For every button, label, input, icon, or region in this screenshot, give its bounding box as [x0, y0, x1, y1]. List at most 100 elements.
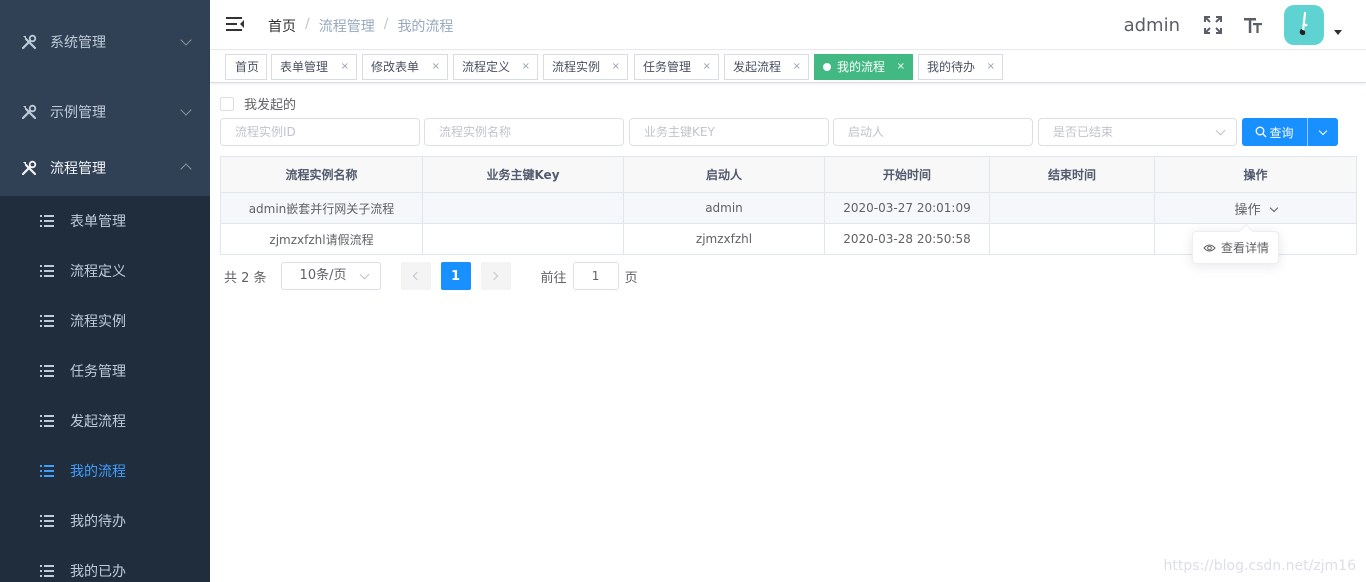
close-icon[interactable]: ×	[897, 55, 905, 79]
search-icon	[1256, 126, 1267, 138]
operation-dropdown-menu: 查看详情	[1192, 223, 1279, 264]
table-row[interactable]: admin嵌套并行网关子流程 admin 2020-03-27 20:01:09…	[220, 192, 1357, 224]
username: admin	[1123, 14, 1180, 36]
main-content: 我发起的 是否已结束 查询 流程实例名称 业务主键Key	[210, 84, 1366, 582]
close-icon[interactable]: ×	[341, 55, 349, 79]
caret-down-icon[interactable]	[1334, 29, 1342, 35]
chevron-down-icon	[1215, 125, 1226, 136]
prev-page-button[interactable]	[400, 262, 431, 290]
cell-business-key	[422, 223, 624, 255]
sidebar-item-start-process[interactable]: 发起流程	[0, 396, 210, 446]
tag-edit-form[interactable]: 修改表单 ×	[362, 54, 448, 80]
avatar[interactable]	[1284, 5, 1324, 45]
sidebar-item-my-todo[interactable]: 我的待办	[0, 496, 210, 546]
query-main-button[interactable]: 查询	[1242, 118, 1308, 146]
tag-label: 任务管理	[643, 60, 692, 74]
sidebar-item-process-instance[interactable]: 流程实例	[0, 296, 210, 346]
cell-end-time	[989, 223, 1155, 255]
tag-process-instance[interactable]: 流程实例 ×	[543, 54, 628, 80]
close-icon[interactable]: ×	[522, 55, 530, 79]
sidebar-item-process-def[interactable]: 流程定义	[0, 246, 210, 296]
goto-page-input[interactable]	[572, 262, 619, 290]
close-icon[interactable]: ×	[432, 55, 440, 79]
operation-dropdown[interactable]: 操作	[1234, 203, 1278, 218]
hamburger-icon[interactable]	[226, 16, 244, 32]
chevron-down-icon	[180, 34, 192, 46]
chevron-down-icon	[180, 104, 192, 116]
chevron-down-icon	[1318, 126, 1328, 135]
sidebar-item-label: 我的已办	[70, 564, 126, 580]
business-key-input[interactable]	[629, 118, 829, 146]
finished-select[interactable]: 是否已结束	[1038, 118, 1237, 146]
tag-label: 修改表单	[371, 60, 420, 74]
breadcrumb-item: 我的流程	[397, 19, 454, 35]
tag-form-manage[interactable]: 表单管理 ×	[271, 54, 357, 80]
close-icon[interactable]: ×	[703, 55, 711, 79]
query-button[interactable]: 查询	[1242, 118, 1338, 146]
navbar: 首页 / 流程管理 / 我的流程 admin	[210, 0, 1366, 50]
navbar-right: admin	[1124, 0, 1366, 50]
instance-name-input[interactable]	[424, 118, 624, 146]
cell-instance-name: zjmzxfzhl请假流程	[220, 223, 423, 255]
close-icon[interactable]: ×	[612, 55, 620, 79]
tag-label: 我的待办	[927, 60, 976, 74]
tag-my-todo[interactable]: 我的待办 ×	[918, 54, 1003, 80]
column-header: 启动人	[623, 156, 825, 193]
instance-id-input[interactable]	[220, 118, 420, 146]
table-row[interactable]: zjmzxfzhl请假流程 zjmzxfzhl 2020-03-28 20:50…	[220, 223, 1357, 255]
app-root: 系统管理 示例管理 流程管理 表单管理 流程定义 流程实例 任务管理 发起流程 …	[0, 0, 1366, 582]
column-header: 业务主键Key	[422, 156, 624, 193]
menu-process[interactable]: 流程管理	[0, 140, 210, 196]
checkbox-box[interactable]	[220, 96, 234, 111]
tags-view: 首页 表单管理 × 修改表单 × 流程定义 × 流程实例 × 任务管理 × 发起流程 × 我…	[210, 51, 1366, 83]
cell-operation: 操作	[1154, 192, 1357, 224]
page-number[interactable]: 1	[440, 262, 471, 290]
menu-example[interactable]: 示例管理	[0, 84, 210, 140]
tools-icon	[20, 103, 38, 121]
breadcrumb-item: 流程管理	[318, 19, 375, 35]
next-page-button[interactable]	[480, 262, 511, 290]
tools-icon	[20, 159, 38, 177]
view-detail-item[interactable]: 查看详情	[1221, 239, 1269, 256]
breadcrumb-item[interactable]: 首页	[268, 16, 296, 36]
breadcrumb-separator: /	[305, 16, 310, 32]
pagination-total: 共 2 条	[224, 270, 267, 286]
sidebar-item-label: 我的流程	[70, 464, 126, 480]
cell-starter: admin	[623, 192, 825, 224]
my-started-checkbox[interactable]: 我发起的	[220, 94, 296, 113]
fullscreen-icon[interactable]	[1202, 14, 1224, 36]
menu-system[interactable]: 系统管理	[0, 0, 210, 84]
column-header: 结束时间	[989, 156, 1155, 193]
list-icon	[40, 465, 54, 477]
page-size-select[interactable]: 10条/页	[280, 262, 381, 290]
tag-label: 我的流程	[837, 60, 886, 74]
list-icon	[40, 415, 54, 427]
close-icon[interactable]: ×	[793, 55, 801, 79]
query-dropdown-toggle[interactable]	[1308, 126, 1338, 135]
watermark: https://blog.csdn.net/zjm16	[1163, 558, 1356, 574]
menu-label: 系统管理	[50, 35, 106, 51]
sidebar-item-form-manage[interactable]: 表单管理	[0, 196, 210, 246]
tag-start-process[interactable]: 发起流程 ×	[724, 54, 809, 80]
list-icon	[40, 565, 54, 577]
chevron-left-icon	[412, 271, 422, 281]
query-label: 查询	[1269, 125, 1294, 140]
sidebar-item-label: 我的待办	[70, 514, 126, 530]
cell-start-time: 2020-03-28 20:50:58	[824, 223, 990, 255]
column-header: 操作	[1154, 156, 1357, 193]
tag-home[interactable]: 首页	[225, 54, 267, 80]
chevron-down-icon	[1269, 203, 1278, 212]
sidebar-item-label: 任务管理	[70, 364, 126, 380]
sidebar-item-my-done[interactable]: 我的已办	[0, 546, 210, 582]
sidebar-item-task-manage[interactable]: 任务管理	[0, 346, 210, 396]
tag-my-process[interactable]: 我的流程 ×	[814, 54, 913, 80]
starter-input[interactable]	[833, 118, 1033, 146]
tag-process-def[interactable]: 流程定义 ×	[453, 54, 538, 80]
process-table: 流程实例名称 业务主键Key 启动人 开始时间 结束时间 操作 admin嵌套并…	[220, 156, 1357, 255]
list-icon	[40, 515, 54, 527]
tag-task-manage[interactable]: 任务管理 ×	[634, 54, 719, 80]
font-size-icon[interactable]	[1242, 14, 1264, 36]
sidebar-item-my-process[interactable]: 我的流程	[0, 446, 210, 496]
column-header: 开始时间	[824, 156, 990, 193]
close-icon[interactable]: ×	[987, 55, 995, 79]
